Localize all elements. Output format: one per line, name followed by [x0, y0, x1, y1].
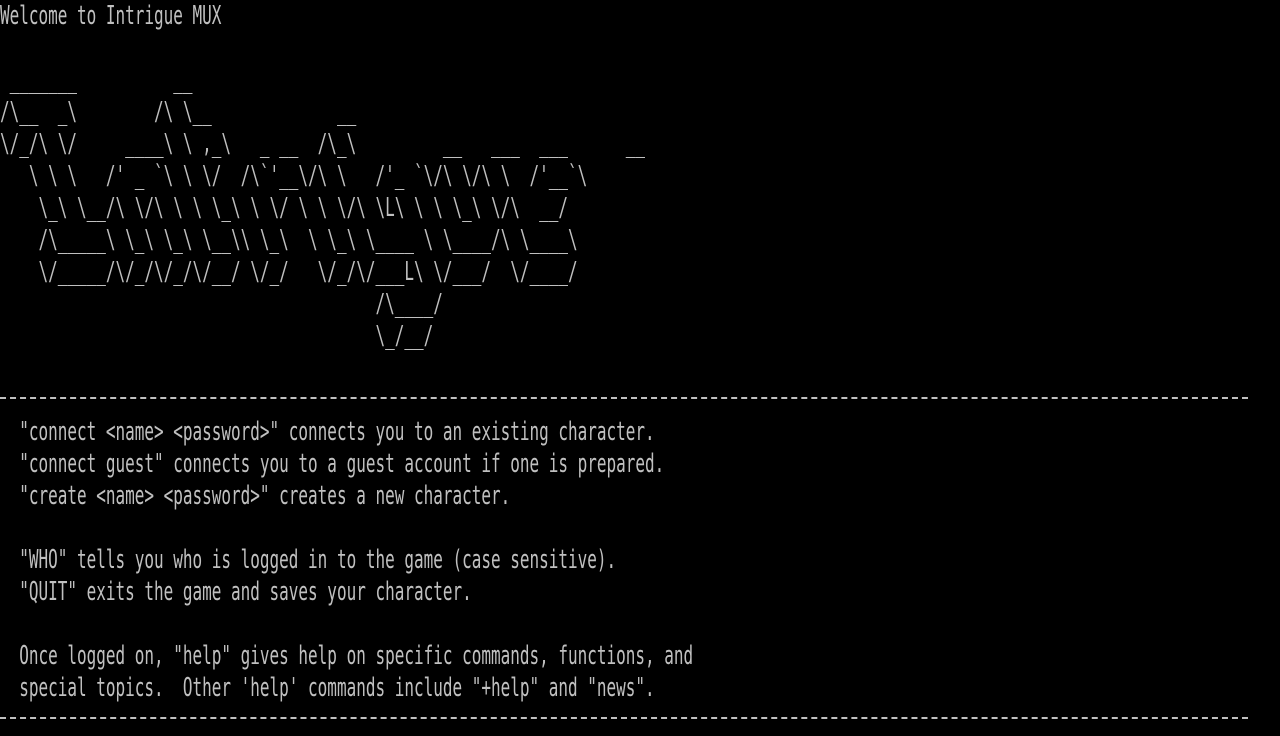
banner-line: \_/__/: [0, 321, 434, 351]
banner-line: \/_____/\/_/\/_/\/__/ \/_/ \/_/\/___L\ \…: [0, 257, 578, 287]
instruction-connect: "connect <name> <password>" connects you…: [0, 417, 655, 447]
banner-line: \_\ \__/\ \/\ \ \ \_\ \ \/ \ \ \/\ \L\ \…: [0, 193, 568, 223]
banner-line: /\__ _\ /\ \__ __: [0, 97, 357, 127]
divider-bottom: [0, 717, 1248, 719]
instruction-who: "WHO" tells you who is logged in to the …: [0, 545, 617, 575]
instruction-quit: "QUIT" exits the game and saves your cha…: [0, 577, 472, 607]
instruction-help-topics: special topics. Other 'help' commands in…: [0, 673, 655, 703]
divider-top: [0, 397, 1248, 399]
banner-line: /\_____\ \_\ \_\ \__\\ \_\ \ \_\ \____ \…: [0, 225, 578, 255]
banner-line: /\____/: [0, 289, 443, 319]
welcome-text: Welcome to Intrigue MUX: [0, 1, 222, 31]
instruction-create: "create <name> <password>" creates a new…: [0, 481, 511, 511]
command-input-line[interactable]: [0, 720, 1248, 736]
banner-line: \ \ \ /' _ `\ \ \/ /\`'__\/\ \ /'_ `\/\ …: [0, 161, 588, 191]
banner-line: \/_/\ \/ ____\ \ ,_\ _ __ /\_\ __ ___ __…: [0, 129, 646, 159]
instruction-connect-guest: "connect guest" connects you to a guest …: [0, 449, 665, 479]
banner-line: _______ __: [0, 65, 193, 95]
terminal-screen[interactable]: Welcome to Intrigue MUX _______ __ /\__ …: [0, 0, 1280, 736]
instruction-help: Once logged on, "help" gives help on spe…: [0, 641, 694, 671]
